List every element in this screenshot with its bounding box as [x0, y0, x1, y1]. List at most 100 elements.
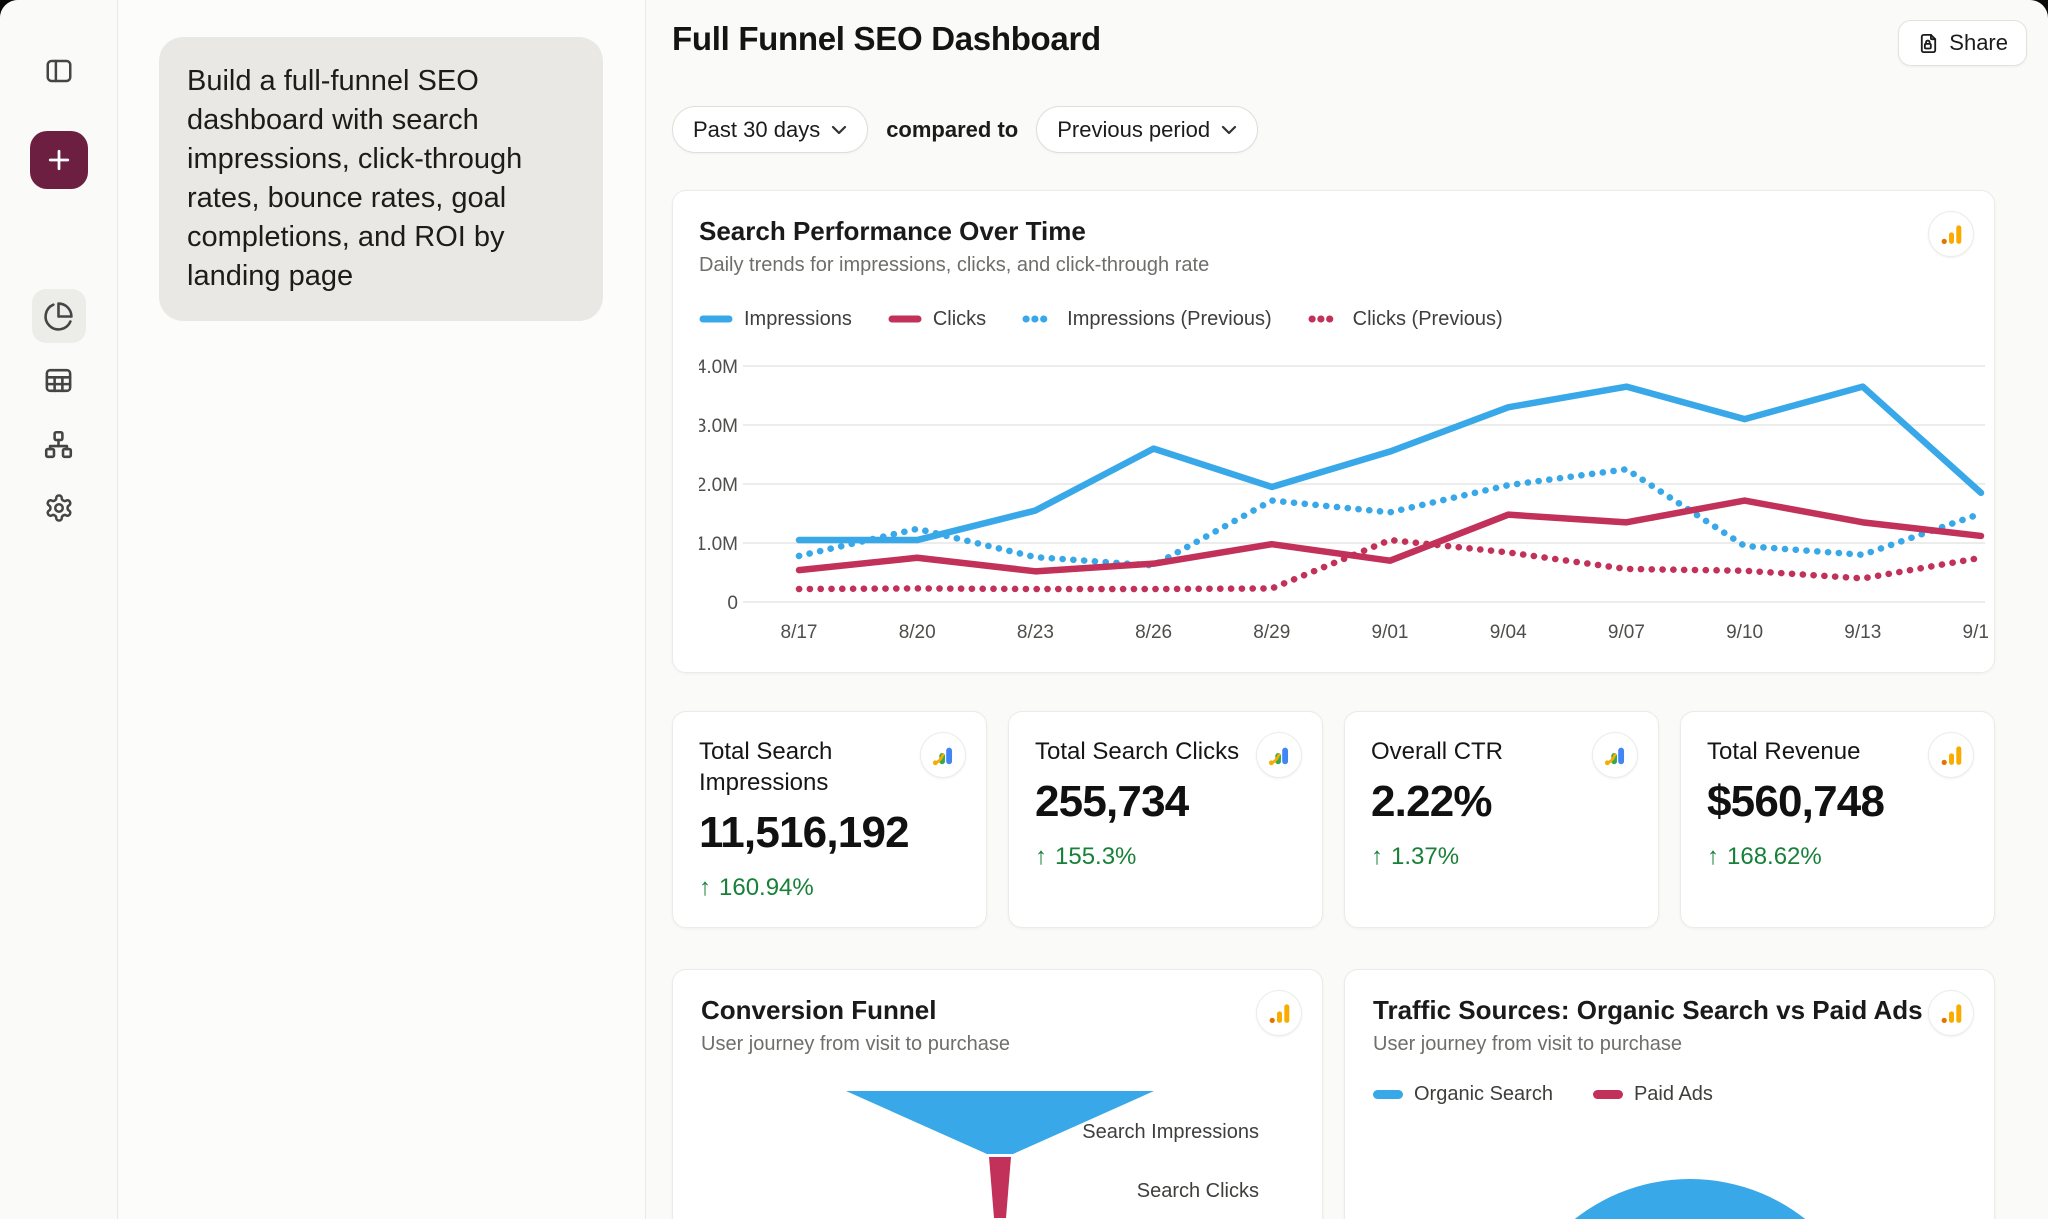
kpi-delta: ↑160.94%	[699, 874, 960, 902]
multicolor-chart-icon	[931, 743, 956, 768]
clicks-swatch-icon	[888, 314, 922, 324]
analytics-bars-icon	[1267, 1001, 1292, 1026]
kpi-label: Total Search Clicks	[1035, 736, 1245, 767]
chart-type-badge	[1928, 211, 1974, 257]
pie-chart-icon	[43, 301, 74, 332]
user-prompt-bubble: Build a full-funnel SEO dashboard with s…	[159, 37, 603, 321]
x-axis-tick-label: 9/10	[1726, 622, 1763, 643]
kpi-label: Overall CTR	[1371, 736, 1581, 767]
analytics-bars-icon	[1939, 222, 1964, 247]
x-axis-tick-label: 9/07	[1608, 622, 1645, 643]
analytics-bars-icon	[1939, 1001, 1964, 1026]
kpi-badge	[1928, 732, 1974, 778]
chart-type-badge	[1256, 990, 1302, 1036]
legend-item-organic-search[interactable]: Organic Search	[1373, 1083, 1553, 1106]
impressions-swatch-icon	[699, 314, 733, 324]
share-button[interactable]: Share	[1898, 20, 2027, 66]
kpi-value: $560,748	[1707, 777, 1968, 827]
kpi-badge	[920, 732, 966, 778]
kpi-delta: ↑168.62%	[1707, 843, 1968, 871]
share-button-label: Share	[1949, 30, 2008, 56]
traffic-pie-chart[interactable]	[1504, 1179, 1876, 1219]
kpi-row: Total Search Impressions 11,516,192 ↑160…	[672, 711, 1995, 928]
traffic-subtitle: User journey from visit to purchase	[1373, 1031, 1966, 1057]
kpi-card-clicks: Total Search Clicks 255,734 ↑155.3%	[1008, 711, 1323, 928]
legend-item-impressions-previous[interactable]: Impressions (Previous)	[1022, 308, 1272, 331]
nav-charts-button[interactable]	[32, 289, 86, 343]
funnel-stage-label: Search Clicks	[1137, 1180, 1259, 1203]
y-axis-tick-label: 0	[727, 593, 738, 614]
up-arrow-icon: ↑	[699, 874, 711, 902]
chart-title: Search Performance Over Time	[699, 215, 1968, 247]
table-icon	[43, 365, 74, 396]
impressions-previous-swatch-icon	[1022, 314, 1056, 324]
chat-panel: Build a full-funnel SEO dashboard with s…	[119, 0, 646, 1219]
share-lock-doc-icon	[1917, 32, 1940, 55]
series-line-impressions	[799, 387, 1981, 540]
icon-rail	[0, 0, 118, 1219]
chevron-down-icon	[831, 125, 847, 135]
nav-table-button[interactable]	[32, 353, 86, 407]
chart-type-badge	[1928, 990, 1974, 1036]
clicks-previous-swatch-icon	[1308, 314, 1342, 324]
organic-search-swatch-icon	[1373, 1090, 1403, 1099]
kpi-card-ctr: Overall CTR 2.22% ↑1.37%	[1344, 711, 1659, 928]
traffic-title: Traffic Sources: Organic Search vs Paid …	[1373, 994, 1966, 1026]
kpi-card-impressions: Total Search Impressions 11,516,192 ↑160…	[672, 711, 987, 928]
dashboard-header: Full Funnel SEO Dashboard Share	[672, 20, 1995, 68]
new-dashboard-button[interactable]	[30, 131, 88, 189]
compare-period-select[interactable]: Previous period	[1036, 106, 1258, 153]
funnel-stage-clicks	[989, 1157, 1011, 1218]
kpi-value: 2.22%	[1371, 777, 1632, 827]
app-window: Build a full-funnel SEO dashboard with s…	[0, 0, 2048, 1219]
y-axis-tick-label: 4.0M	[699, 357, 738, 378]
performance-chart-svg[interactable]: 4.0M3.0M2.0M1.0M08/178/208/238/268/299/0…	[699, 350, 1989, 650]
legend-item-impressions[interactable]: Impressions	[699, 308, 852, 331]
compare-period-value: Previous period	[1057, 117, 1210, 143]
kpi-value: 255,734	[1035, 777, 1296, 827]
rail-nav-group	[32, 289, 86, 535]
x-axis-tick-label: 9/04	[1490, 622, 1527, 643]
chevron-down-icon	[1221, 125, 1237, 135]
x-axis-tick-label: 9/13	[1844, 622, 1881, 643]
legend-item-clicks[interactable]: Clicks	[888, 308, 986, 331]
dashboard-main[interactable]: Full Funnel SEO Dashboard Share Past 30 …	[646, 0, 2048, 1219]
up-arrow-icon: ↑	[1035, 843, 1047, 871]
x-axis-tick-label: 8/20	[899, 622, 936, 643]
kpi-badge	[1256, 732, 1302, 778]
funnel-stage-label: Search Impressions	[1082, 1121, 1259, 1144]
up-arrow-icon: ↑	[1371, 843, 1383, 871]
nav-sitemap-button[interactable]	[32, 417, 86, 471]
panel-toggle-button[interactable]	[32, 44, 86, 98]
conversion-funnel-card: Conversion Funnel User journey from visi…	[672, 969, 1323, 1219]
bottom-row: Conversion Funnel User journey from visi…	[672, 969, 1995, 1219]
settings-icon	[44, 493, 74, 523]
y-axis-tick-label: 2.0M	[699, 475, 738, 496]
x-axis-tick-label: 8/29	[1253, 622, 1290, 643]
kpi-card-revenue: Total Revenue $560,748 ↑168.62%	[1680, 711, 1995, 928]
x-axis-tick-label: 9/01	[1372, 622, 1409, 643]
up-arrow-icon: ↑	[1707, 843, 1719, 871]
paid-ads-swatch-icon	[1593, 1090, 1623, 1099]
x-axis-tick-label: 9/16	[1963, 622, 1989, 643]
traffic-sources-card: Traffic Sources: Organic Search vs Paid …	[1344, 969, 1995, 1219]
y-axis-tick-label: 3.0M	[699, 416, 738, 437]
kpi-delta: ↑155.3%	[1035, 843, 1296, 871]
panel-left-icon	[44, 56, 74, 86]
page-title: Full Funnel SEO Dashboard	[672, 20, 1995, 58]
nav-settings-button[interactable]	[32, 481, 86, 535]
chart-subtitle: Daily trends for impressions, clicks, an…	[699, 252, 1968, 278]
chart-legend: Impressions Clicks Impressions (Previous…	[699, 308, 1968, 330]
kpi-label: Total Search Impressions	[699, 736, 909, 798]
date-range-select[interactable]: Past 30 days	[672, 106, 868, 153]
legend-item-clicks-previous[interactable]: Clicks (Previous)	[1308, 308, 1503, 331]
comparison-controls: Past 30 days compared to Previous period	[672, 106, 1995, 153]
funnel-subtitle: User journey from visit to purchase	[701, 1031, 1294, 1057]
kpi-value: 11,516,192	[699, 808, 960, 858]
traffic-legend: Organic Search Paid Ads	[1373, 1083, 1966, 1105]
y-axis-tick-label: 1.0M	[699, 534, 738, 555]
x-axis-tick-label: 8/17	[781, 622, 818, 643]
search-performance-card: Search Performance Over Time Daily trend…	[672, 190, 1995, 673]
legend-item-paid-ads[interactable]: Paid Ads	[1593, 1083, 1713, 1106]
kpi-delta: ↑1.37%	[1371, 843, 1632, 871]
